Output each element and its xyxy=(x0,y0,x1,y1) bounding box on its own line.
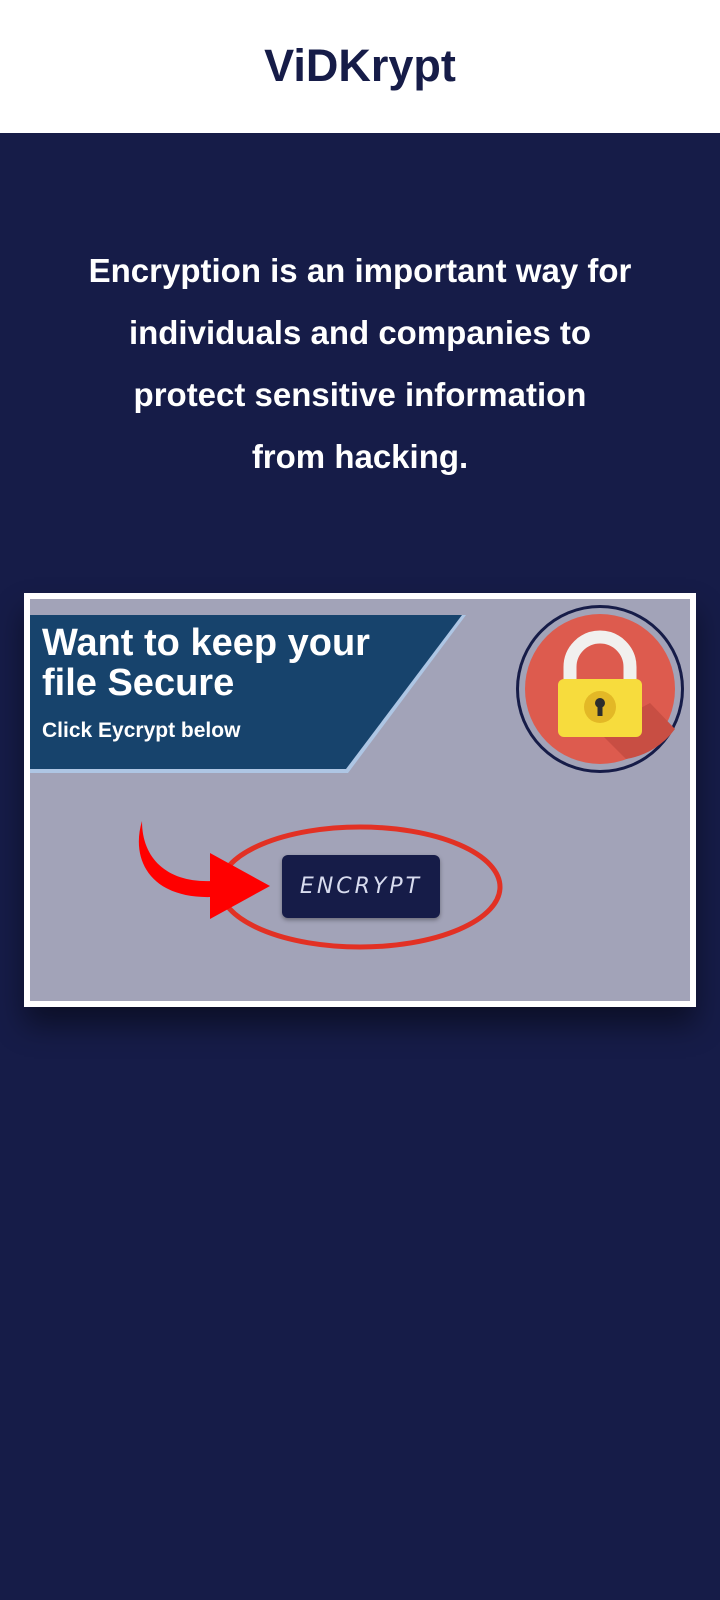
headline-line: Want to keep your xyxy=(42,622,370,664)
encrypt-banner-image: Want to keep your file Secure Click Eycr… xyxy=(24,593,696,1007)
headline-line: file Secure xyxy=(42,662,235,704)
app-title: ViDKrypt xyxy=(264,39,456,91)
tagline-line: protect sensitive information xyxy=(133,376,587,413)
lock-icon xyxy=(516,605,684,773)
tagline-line: Encryption is an important way for xyxy=(88,252,632,289)
app-header: ViDKrypt xyxy=(0,0,720,133)
arrow-icon xyxy=(138,821,270,919)
banner-headline: Want to keep your file Secure xyxy=(42,623,422,703)
encrypt-button[interactable]: ENCRYPT xyxy=(282,855,440,918)
tagline-line: from hacking. xyxy=(251,438,469,475)
tagline: Encryption is an important way for indiv… xyxy=(40,240,680,488)
tagline-line: individuals and companies to xyxy=(128,314,592,351)
banner-background: Want to keep your file Secure Click Eycr… xyxy=(30,599,690,1001)
main-content: Encryption is an important way for indiv… xyxy=(0,133,720,1600)
banner-subline: Click Eycrypt below xyxy=(42,719,241,742)
